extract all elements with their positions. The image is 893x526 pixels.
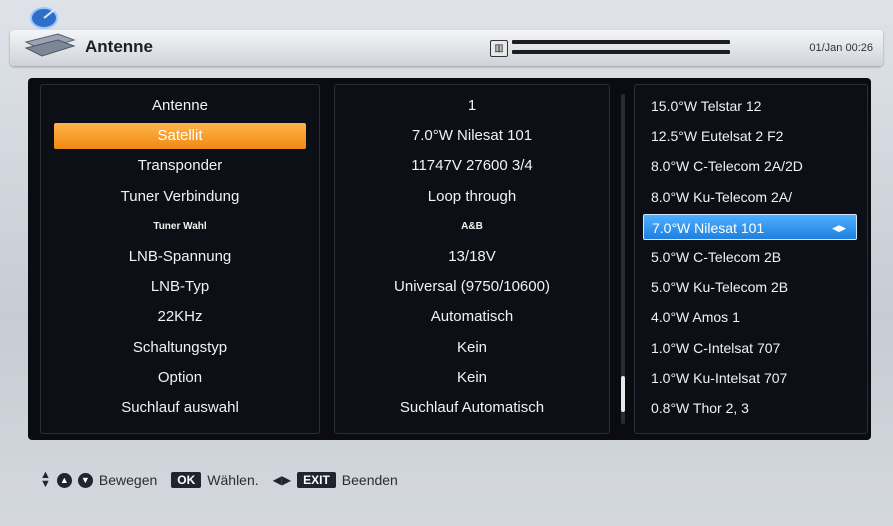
setting-label-8[interactable]: Schaltungstyp	[41, 335, 319, 361]
satellite-item-text: 1.0°W Ku-Intelsat 707	[651, 369, 788, 386]
setting-label-text: LNB-Spannung	[128, 248, 232, 265]
satellite-item-10[interactable]: 0.8°W Thor 2, 3	[635, 395, 867, 421]
select-hint: Wählen.	[207, 472, 259, 488]
move-hint: Bewegen	[98, 472, 158, 488]
setting-label-text: Tuner Wahl	[153, 220, 207, 232]
satellite-item-text: 8.0°W C-Telecom 2A/2D	[651, 158, 803, 175]
satellite-item-text: 1.0°W C-Intelsat 707	[651, 339, 781, 356]
page-title: Antenne	[85, 37, 153, 56]
satellite-list-panel: 15.0°W Telstar 12 12.5°W Eutelsat 2 F2 8.0…	[634, 84, 868, 434]
satellite-item-0[interactable]: 15.0°W Telstar 12	[635, 93, 867, 119]
satellite-item-text: 12.5°W Eutelsat 2 F2	[651, 128, 784, 145]
satellite-item-4[interactable]: 7.0°W Nilesat 101 ◀▶	[643, 213, 857, 240]
setting-value-text: 13/18V	[448, 248, 496, 265]
setting-value-text: 1	[467, 97, 477, 114]
scrollbar-thumb[interactable]	[621, 376, 625, 412]
setting-label-text: Suchlauf auswahl	[121, 399, 239, 416]
setting-value-8[interactable]: Kein	[335, 335, 609, 361]
settings-values-panel: 1 7.0°W Nilesat 101 11747V 27600 3/4 Loop t…	[334, 84, 610, 434]
setting-label-text: Schaltungstyp	[132, 338, 228, 356]
clock: 01/Jan 00:26	[809, 42, 873, 54]
setting-label-text: 22KHz	[157, 308, 203, 326]
left-right-arrows-icon: ◀▶	[272, 473, 292, 487]
screen: Antenne ▥ 01/Jan 00:26 Antenne Satellit Tr…	[0, 0, 893, 526]
setting-value-text: 7.0°W Nilesat 101	[411, 127, 533, 145]
satellite-item-8[interactable]: 1.0°W C-Intelsat 707	[635, 335, 867, 361]
setting-value-9[interactable]: Kein	[335, 365, 609, 391]
setting-label-4[interactable]: Tuner Wahl	[41, 214, 319, 240]
setting-label-1[interactable]: Satellit	[54, 123, 306, 150]
satellite-item-9[interactable]: 1.0°W Ku-Intelsat 707	[635, 365, 867, 391]
setting-value-7[interactable]: Automatisch	[335, 304, 609, 330]
satellite-item-1[interactable]: 12.5°W Eutelsat 2 F2	[635, 123, 867, 149]
setting-label-text: Satellit	[157, 127, 203, 145]
setting-label-5[interactable]: LNB-Spannung	[41, 244, 319, 270]
settings-labels-panel: Antenne Satellit Transponder Tuner Verbindu…	[40, 84, 320, 434]
setting-value-6[interactable]: Universal (9750/10600)	[335, 274, 609, 300]
setting-label-text: Option	[157, 368, 203, 386]
quit-hint: Beenden	[341, 472, 398, 488]
setting-label-2[interactable]: Transponder	[41, 153, 319, 179]
setting-label-6[interactable]: LNB-Typ	[41, 274, 319, 300]
ok-key: OK	[171, 472, 202, 488]
setting-label-text: Tuner Verbindung	[120, 187, 240, 205]
page-up-icon: ▲	[56, 472, 72, 488]
setting-label-text: Transponder	[137, 157, 223, 175]
satellite-item-text: 5.0°W Ku-Telecom 2B	[651, 279, 789, 296]
setting-label-text: LNB-Typ	[150, 278, 210, 296]
setting-label-10[interactable]: Suchlauf auswahl	[41, 395, 319, 421]
setting-label-9[interactable]: Option	[41, 365, 319, 391]
satellite-item-2[interactable]: 8.0°W C-Telecom 2A/2D	[635, 153, 867, 179]
satellite-item-text: 8.0°W Ku-Telecom 2A/	[651, 188, 792, 205]
signal-strength-bar	[512, 40, 730, 44]
setting-value-3[interactable]: Loop through	[335, 184, 609, 210]
setting-value-text: Automatisch	[430, 308, 514, 326]
setting-label-text: Antenne	[152, 97, 208, 114]
setting-value-text: Suchlauf Automatisch	[399, 399, 545, 416]
setting-value-text: Kein	[456, 368, 488, 386]
setting-value-text: Kein	[456, 338, 488, 356]
satellite-dish-icon	[24, 7, 76, 57]
setting-value-0[interactable]: 1	[335, 93, 609, 119]
satellite-item-text: 0.8°W Thor 2, 3	[651, 400, 749, 416]
setting-value-text: Universal (9750/10600)	[394, 278, 550, 296]
setting-value-4[interactable]: A&B	[335, 214, 609, 240]
setting-value-10[interactable]: Suchlauf Automatisch	[335, 395, 609, 421]
footer-help: ▲ ▼ ▲ ▼ Bewegen OK Wählen. ◀▶ EXIT Beende…	[40, 468, 398, 492]
setting-value-text: Loop through	[427, 187, 517, 205]
satellite-item-5[interactable]: 5.0°W C-Telecom 2B	[635, 244, 867, 270]
setting-value-2[interactable]: 11747V 27600 3/4	[335, 153, 609, 179]
satellite-item-text: 5.0°W C-Telecom 2B	[651, 249, 782, 265]
setting-value-text: 11747V 27600 3/4	[411, 157, 533, 175]
satellite-item-text: 7.0°W Nilesat 101	[652, 219, 765, 236]
setting-value-text: A&B	[461, 220, 483, 232]
setting-value-1[interactable]: 7.0°W Nilesat 101	[335, 123, 609, 149]
satellite-item-7[interactable]: 4.0°W Amos 1	[635, 304, 867, 330]
scrollbar[interactable]	[621, 94, 625, 424]
exit-key: EXIT	[297, 472, 336, 488]
satellite-item-3[interactable]: 8.0°W Ku-Telecom 2A/	[635, 184, 867, 210]
satellite-item-text: 15.0°W Telstar 12	[651, 98, 762, 114]
left-right-arrows-icon: ◀▶	[832, 222, 846, 233]
satellite-item-text: 4.0°W Amos 1	[651, 309, 740, 326]
signal-quality-bar	[512, 50, 730, 54]
setting-label-0[interactable]: Antenne	[41, 93, 319, 119]
signal-box-icon: ▥	[490, 40, 508, 57]
satellite-item-6[interactable]: 5.0°W Ku-Telecom 2B	[635, 274, 867, 300]
page-down-icon: ▼	[77, 472, 93, 488]
setting-label-7[interactable]: 22KHz	[41, 304, 319, 330]
setting-label-3[interactable]: Tuner Verbindung	[41, 184, 319, 210]
up-down-arrows-icon: ▲ ▼	[40, 469, 51, 490]
setting-value-5[interactable]: 13/18V	[335, 244, 609, 270]
